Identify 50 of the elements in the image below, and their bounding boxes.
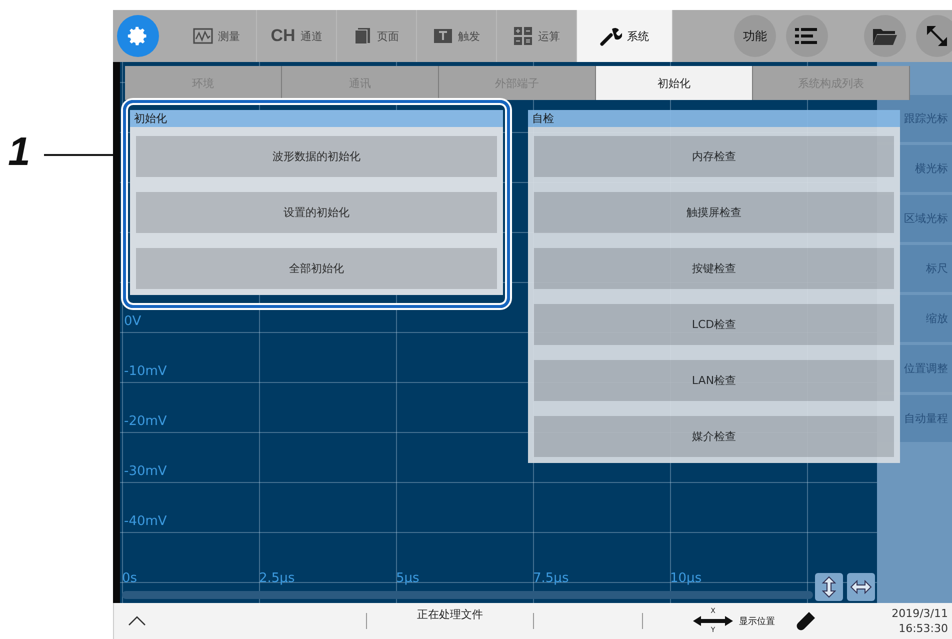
y-axis-label: -10mV bbox=[124, 364, 167, 379]
usb-drive-icon bbox=[795, 610, 817, 632]
x-axis-label: 0s bbox=[122, 571, 138, 586]
tab[interactable]: 初始化 bbox=[596, 66, 753, 100]
diagonal-arrows-icon bbox=[925, 24, 949, 48]
vertical-arrows-icon bbox=[822, 576, 836, 598]
init-button[interactable]: 全部初始化 bbox=[136, 248, 497, 289]
calculator-icon bbox=[513, 26, 533, 46]
test-button[interactable]: LAN检查 bbox=[534, 360, 894, 401]
scrollbar[interactable] bbox=[122, 591, 813, 599]
menu-icon bbox=[795, 27, 819, 45]
horizontal-arrows-icon bbox=[850, 580, 872, 594]
test-button[interactable]: 媒介检查 bbox=[534, 416, 894, 457]
status-time: 16:53:30 bbox=[898, 621, 948, 636]
test-button[interactable]: 按键检查 bbox=[534, 248, 894, 289]
position-arrows-icon bbox=[693, 616, 733, 626]
test-button[interactable]: 触摸屏检查 bbox=[534, 192, 894, 233]
y-axis-label: -20mV bbox=[124, 414, 167, 429]
callout-number: 1 bbox=[8, 130, 30, 174]
caret-icon bbox=[128, 616, 146, 626]
pages-icon bbox=[354, 27, 372, 45]
dialog-title: 自检 bbox=[528, 110, 900, 127]
y-axis-label: -40mV bbox=[124, 514, 167, 529]
resize-button[interactable] bbox=[916, 15, 952, 57]
settings-icon bbox=[127, 25, 149, 47]
waveform-icon bbox=[193, 28, 213, 44]
menu-button[interactable] bbox=[786, 15, 828, 57]
vertical-zoom-button[interactable] bbox=[815, 573, 843, 601]
x-axis-label: 10μs bbox=[670, 571, 702, 586]
folder-icon bbox=[872, 26, 898, 46]
test-button[interactable]: 内存检查 bbox=[534, 136, 894, 177]
status-date: 2019/3/11 bbox=[892, 606, 948, 621]
status-message: 正在处理文件 bbox=[417, 607, 483, 622]
settings-button[interactable] bbox=[117, 15, 159, 57]
y-axis-label: -30mV bbox=[124, 464, 167, 479]
position-label: 显示位置 bbox=[739, 616, 775, 628]
dialog-title: 初始化 bbox=[130, 110, 503, 127]
folder-button[interactable] bbox=[864, 15, 906, 57]
init-button[interactable]: 波形数据的初始化 bbox=[136, 136, 497, 177]
wrench-icon bbox=[600, 26, 622, 46]
x-axis-label: 5μs bbox=[396, 571, 420, 586]
trigger-icon bbox=[433, 28, 453, 44]
toolbar-tab[interactable]: 系统 bbox=[577, 10, 673, 62]
x-axis-label: 2.5μs bbox=[259, 571, 295, 586]
x-axis-label: 7.5μs bbox=[533, 571, 569, 586]
test-button[interactable]: LCD检查 bbox=[534, 304, 894, 345]
init-button[interactable]: 设置的初始化 bbox=[136, 192, 497, 233]
y-axis-label: 0V bbox=[124, 314, 142, 329]
function-button[interactable]: 功能 bbox=[734, 15, 776, 57]
horizontal-zoom-button[interactable] bbox=[847, 573, 875, 601]
